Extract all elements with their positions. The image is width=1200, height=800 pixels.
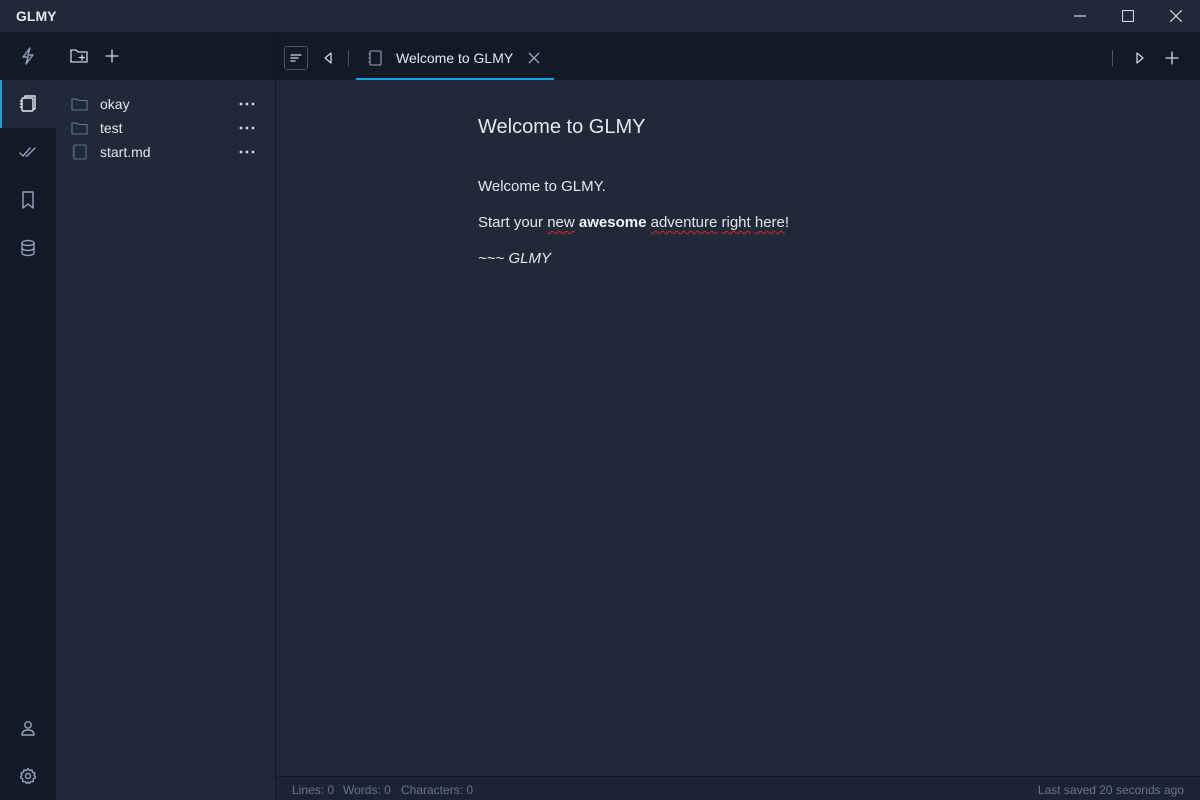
editor-area: Welcome to GLMY Welcome to GLMY Welcome … xyxy=(276,32,1200,800)
tree-item-label: test xyxy=(100,120,123,136)
tab-separator xyxy=(1112,50,1113,66)
maximize-icon xyxy=(1122,10,1134,22)
bookmark-icon xyxy=(22,191,34,209)
minimize-icon xyxy=(1074,15,1086,17)
close-tab-button[interactable] xyxy=(526,50,542,66)
misspelled-word: adventure xyxy=(650,214,718,231)
ellipsis-icon xyxy=(239,126,255,130)
folder-icon xyxy=(71,120,89,136)
explorer-toolbar xyxy=(56,32,275,80)
status-characters: Characters: 0 xyxy=(401,783,474,797)
tree-item-start-md[interactable]: start.md xyxy=(56,140,275,164)
scroll-tabs-right-button[interactable] xyxy=(1130,48,1150,68)
status-lines: Lines: 0 xyxy=(292,783,335,797)
scroll-tabs-left-button[interactable] xyxy=(318,48,338,68)
minimize-button[interactable] xyxy=(1056,0,1104,32)
file-icon xyxy=(71,144,89,160)
new-file-button[interactable] xyxy=(100,44,124,68)
close-icon xyxy=(528,52,540,64)
new-tab-button[interactable] xyxy=(1162,48,1182,68)
triangle-right-icon xyxy=(1136,52,1144,64)
text-run: Start your xyxy=(478,214,548,231)
outline-toggle-button[interactable] xyxy=(284,46,308,70)
ellipsis-icon xyxy=(239,102,255,106)
file-icon xyxy=(368,50,382,66)
file-tree: okay test start.md xyxy=(56,92,275,164)
new-folder-button[interactable] xyxy=(68,44,92,68)
notebook-icon xyxy=(19,95,36,112)
app-title: GLMY xyxy=(16,8,57,24)
activity-bookmarks[interactable] xyxy=(0,176,56,224)
more-options-button[interactable] xyxy=(236,98,258,110)
signature-text: ~~~ GLMY xyxy=(478,250,551,267)
misspelled-word: here xyxy=(754,214,785,231)
title-bar: GLMY xyxy=(0,0,1200,32)
tree-item-label: start.md xyxy=(100,144,151,160)
outline-icon xyxy=(290,54,302,62)
tab-label: Welcome to GLMY xyxy=(396,50,514,66)
document-title: Welcome to GLMY xyxy=(478,116,646,138)
tab-bar: Welcome to GLMY xyxy=(276,32,1200,80)
more-options-button[interactable] xyxy=(236,146,258,158)
plus-icon xyxy=(1165,51,1179,65)
status-words: Words: 0 xyxy=(343,783,391,797)
tree-item-test[interactable]: test xyxy=(56,116,275,140)
activity-settings[interactable] xyxy=(0,752,56,800)
activity-tasks[interactable] xyxy=(0,128,56,176)
triangle-left-icon xyxy=(324,52,332,64)
document-paragraph-2: Start your new awesome adventure right h… xyxy=(478,214,789,231)
status-last-saved: Last saved 20 seconds ago xyxy=(1037,783,1184,797)
close-icon xyxy=(1170,10,1182,22)
bold-word: awesome xyxy=(578,214,647,231)
activity-database[interactable] xyxy=(0,224,56,272)
activity-quick-actions[interactable] xyxy=(0,32,56,80)
ellipsis-icon xyxy=(239,150,255,154)
folder-icon xyxy=(71,96,89,112)
file-explorer: okay test start.md xyxy=(56,32,276,800)
tree-item-okay[interactable]: okay xyxy=(56,92,275,116)
tab-welcome[interactable]: Welcome to GLMY xyxy=(356,32,554,80)
folder-plus-icon xyxy=(70,49,88,63)
misspelled-word: new xyxy=(547,214,575,231)
misspelled-word: right xyxy=(721,214,751,231)
more-options-button[interactable] xyxy=(236,122,258,134)
plus-icon xyxy=(105,49,119,63)
gear-icon xyxy=(19,767,37,785)
maximize-button[interactable] xyxy=(1104,0,1152,32)
document-paragraph-3: ~~~ GLMY xyxy=(478,250,551,267)
double-check-icon xyxy=(19,147,36,157)
text-run: ! xyxy=(784,214,790,231)
lightning-icon xyxy=(22,47,34,65)
tab-separator xyxy=(348,50,349,66)
activity-notes[interactable] xyxy=(0,80,56,128)
user-icon xyxy=(21,721,35,736)
close-window-button[interactable] xyxy=(1152,0,1200,32)
document-paragraph-1: Welcome to GLMY. xyxy=(478,178,606,195)
status-bar: Lines: 0 Words: 0 Characters: 0 Last sav… xyxy=(276,776,1200,800)
database-icon xyxy=(21,239,35,257)
activity-account[interactable] xyxy=(0,704,56,752)
activity-bar xyxy=(0,32,56,800)
tree-item-label: okay xyxy=(100,96,130,112)
